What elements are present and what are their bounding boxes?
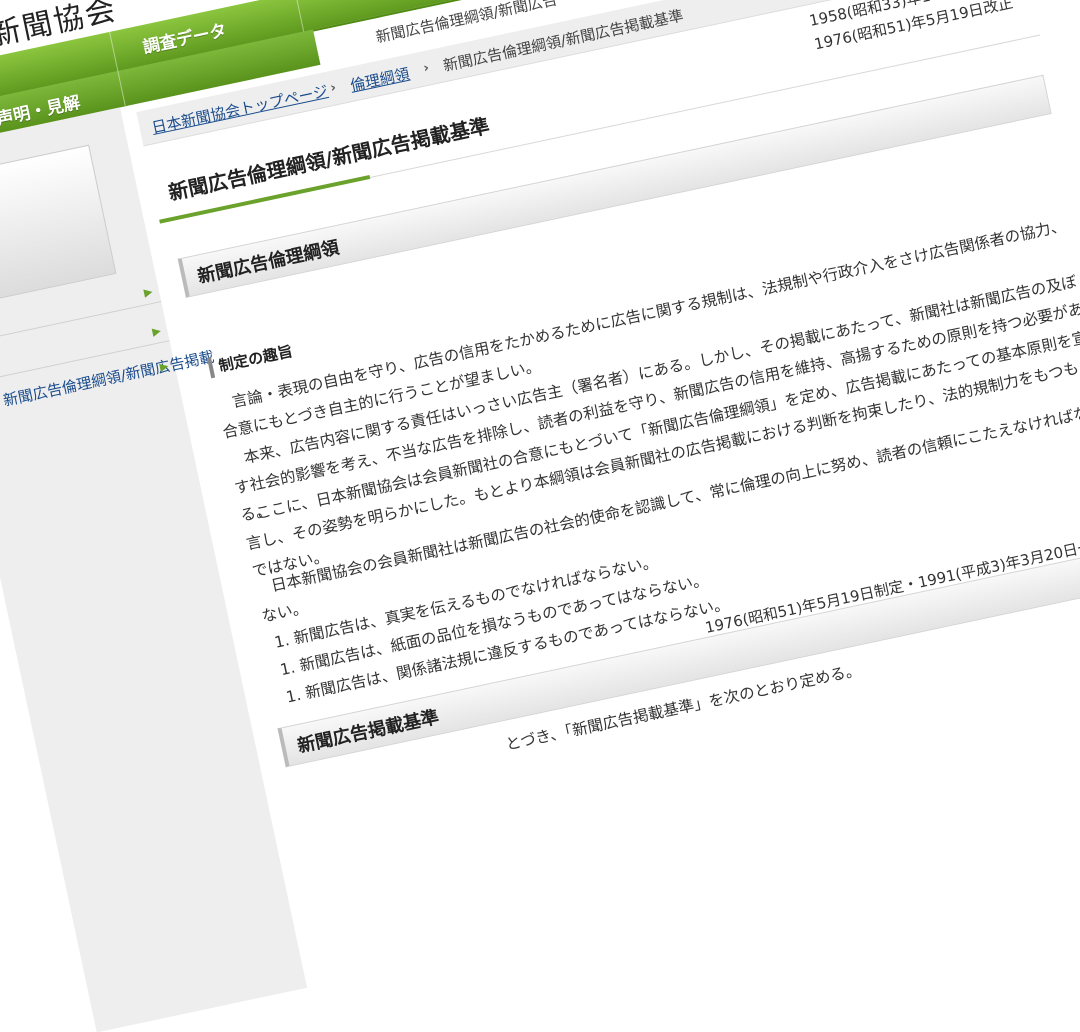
subsection-title-purpose: 制定の趣旨 bbox=[206, 340, 295, 379]
page-canvas: 日本新聞協会 調査データ 声明・見解 ▶ ▶ 新聞広告倫理綱領/新聞広告掲載 ▶… bbox=[0, 0, 1080, 1032]
